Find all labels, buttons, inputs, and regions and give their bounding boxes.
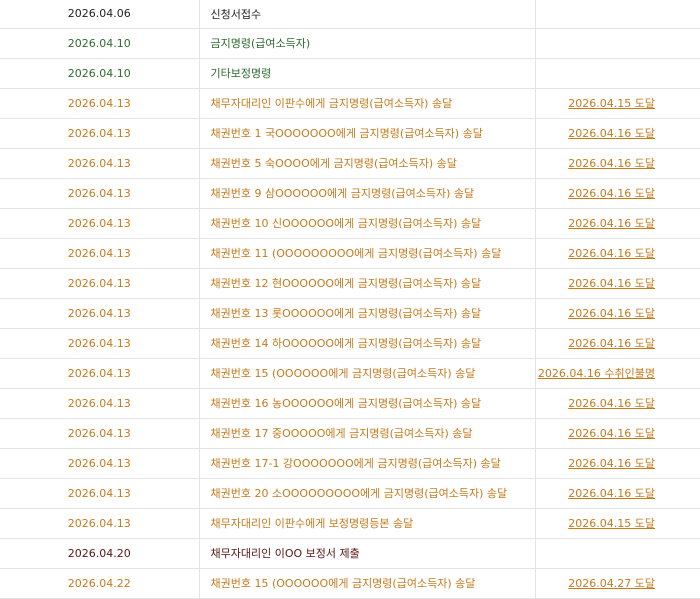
row-description: 채무자대리인 이OO 보정서 제출: [199, 538, 536, 569]
row-date: 2026.04.10: [0, 28, 200, 59]
table-row: 2026.04.13 채권번호 14 하OOOOOO에게 금지명령(급여소득자) …: [0, 328, 700, 359]
delivery-result-link[interactable]: 2026.04.16 도달: [568, 187, 655, 200]
table-row: 2026.04.13 채권번호 10 신OOOOOO에게 금지명령(급여소득자) …: [0, 208, 700, 239]
row-description: 채권번호 12 현OOOOOO에게 금지명령(급여소득자) 송달: [199, 268, 536, 299]
row-result-cell: 2026.04.16 도달: [535, 148, 700, 179]
row-result-cell: 2026.04.16 도달: [535, 388, 700, 419]
row-result-cell: [535, 0, 700, 29]
delivery-result-link[interactable]: 2026.04.27 도달: [568, 577, 655, 590]
table-row: 2026.04.22 채권번호 15 (OOOOOO에게 금지명령(급여소득자) …: [0, 568, 700, 599]
case-progress-body: 2026.04.06 신청서접수 2026.04.10 금지명령(급여소득자) 2026…: [0, 0, 700, 599]
row-date: 2026.04.13: [0, 388, 200, 419]
delivery-result-link[interactable]: 2026.04.16 도달: [568, 337, 655, 350]
row-description: 기타보정명령: [199, 58, 536, 89]
row-result-cell: 2026.04.16 도달: [535, 118, 700, 149]
delivery-result-link[interactable]: 2026.04.16 도달: [568, 247, 655, 260]
row-date: 2026.04.13: [0, 268, 200, 299]
table-row: 2026.04.10 금지명령(급여소득자): [0, 28, 700, 59]
delivery-result-link[interactable]: 2026.04.15 도달: [568, 517, 655, 530]
row-date: 2026.04.13: [0, 178, 200, 209]
row-description: 채권번호 15 (OOOOOO에게 금지명령(급여소득자) 송달: [199, 358, 536, 389]
table-row: 2026.04.13 채권번호 12 현OOOOOO에게 금지명령(급여소득자) …: [0, 268, 700, 299]
table-row: 2026.04.13 채권번호 1 국OOOOOOO에게 금지명령(급여소득자) …: [0, 118, 700, 149]
row-description: 채권번호 11 (OOOOOOOOO에게 금지명령(급여소득자) 송달: [199, 238, 536, 269]
row-description: 채권번호 20 소OOOOOOOOO에게 금지명령(급여소득자) 송달: [199, 478, 536, 509]
row-result-cell: 2026.04.16 도달: [535, 478, 700, 509]
row-result-cell: 2026.04.16 도달: [535, 298, 700, 329]
row-date: 2026.04.13: [0, 88, 200, 119]
row-date: 2026.04.13: [0, 418, 200, 449]
row-date: 2026.04.13: [0, 208, 200, 239]
row-date: 2026.04.13: [0, 238, 200, 269]
row-result-cell: 2026.04.16 도달: [535, 268, 700, 299]
row-description: 채권번호 5 숙OOOO에게 금지명령(급여소득자) 송달: [199, 148, 536, 179]
row-description: 채권번호 9 삼OOOOOO에게 금지명령(급여소득자) 송달: [199, 178, 536, 209]
table-row: 2026.04.06 신청서접수: [0, 0, 700, 29]
table-row: 2026.04.13 채무자대리인 이판수에게 금지명령(급여소득자) 송달 202…: [0, 88, 700, 119]
delivery-result-link[interactable]: 2026.04.16 도달: [568, 427, 655, 440]
row-description: 채권번호 16 농OOOOOO에게 금지명령(급여소득자) 송달: [199, 388, 536, 419]
row-description: 채권번호 13 롯OOOOOO에게 금지명령(급여소득자) 송달: [199, 298, 536, 329]
table-row: 2026.04.13 채권번호 5 숙OOOO에게 금지명령(급여소득자) 송달 2…: [0, 148, 700, 179]
row-description: 채권번호 10 신OOOOOO에게 금지명령(급여소득자) 송달: [199, 208, 536, 239]
row-result-cell: [535, 28, 700, 59]
row-description: 채권번호 17-1 강OOOOOOO에게 금지명령(급여소득자) 송달: [199, 448, 536, 479]
row-result-cell: 2026.04.27 도달: [535, 568, 700, 599]
row-result-cell: 2026.04.16 도달: [535, 178, 700, 209]
row-result-cell: 2026.04.15 도달: [535, 508, 700, 539]
row-result-cell: 2026.04.16 도달: [535, 208, 700, 239]
delivery-result-link[interactable]: 2026.04.16 도달: [568, 457, 655, 470]
row-date: 2026.04.13: [0, 478, 200, 509]
delivery-result-link[interactable]: 2026.04.16 도달: [568, 487, 655, 500]
row-result-cell: 2026.04.16 도달: [535, 418, 700, 449]
table-row: 2026.04.13 채권번호 20 소OOOOOOOOO에게 금지명령(급여소득…: [0, 478, 700, 509]
row-description: 채권번호 17 중OOOOO에게 금지명령(급여소득자) 송달: [199, 418, 536, 449]
row-result-cell: 2026.04.16 도달: [535, 448, 700, 479]
delivery-result-link[interactable]: 2026.04.16 도달: [568, 307, 655, 320]
row-description: 채무자대리인 이판수에게 금지명령(급여소득자) 송달: [199, 88, 536, 119]
row-date: 2026.04.13: [0, 448, 200, 479]
row-description: 채권번호 1 국OOOOOOO에게 금지명령(급여소득자) 송달: [199, 118, 536, 149]
delivery-result-link[interactable]: 2026.04.16 도달: [568, 127, 655, 140]
delivery-result-link[interactable]: 2026.04.16 수취인불명: [538, 367, 655, 380]
row-description: 신청서접수: [199, 0, 536, 29]
row-result-cell: [535, 538, 700, 569]
row-date: 2026.04.13: [0, 148, 200, 179]
delivery-result-link[interactable]: 2026.04.15 도달: [568, 97, 655, 110]
row-date: 2026.04.10: [0, 58, 200, 89]
case-progress-table: 2026.04.06 신청서접수 2026.04.10 금지명령(급여소득자) 2026…: [0, 0, 700, 599]
table-row: 2026.04.13 채권번호 15 (OOOOOO에게 금지명령(급여소득자) …: [0, 358, 700, 389]
row-description: 채권번호 15 (OOOOOO에게 금지명령(급여소득자) 송달: [199, 568, 536, 599]
row-date: 2026.04.13: [0, 358, 200, 389]
table-row: 2026.04.13 채권번호 17-1 강OOOOOOO에게 금지명령(급여소득…: [0, 448, 700, 479]
row-date: 2026.04.22: [0, 568, 200, 599]
table-row: 2026.04.20 채무자대리인 이OO 보정서 제출: [0, 538, 700, 569]
table-row: 2026.04.13 채권번호 16 농OOOOOO에게 금지명령(급여소득자) …: [0, 388, 700, 419]
row-description: 금지명령(급여소득자): [199, 28, 536, 59]
table-row: 2026.04.13 채권번호 9 삼OOOOOO에게 금지명령(급여소득자) 송…: [0, 178, 700, 209]
delivery-result-link[interactable]: 2026.04.16 도달: [568, 217, 655, 230]
table-row: 2026.04.13 채권번호 13 롯OOOOOO에게 금지명령(급여소득자) …: [0, 298, 700, 329]
row-date: 2026.04.13: [0, 298, 200, 329]
row-date: 2026.04.13: [0, 118, 200, 149]
row-result-cell: 2026.04.15 도달: [535, 88, 700, 119]
row-description: 채권번호 14 하OOOOOO에게 금지명령(급여소득자) 송달: [199, 328, 536, 359]
table-row: 2026.04.13 채권번호 17 중OOOOO에게 금지명령(급여소득자) 송…: [0, 418, 700, 449]
table-row: 2026.04.13 채무자대리인 이판수에게 보정명령등본 송달 2026.04.…: [0, 508, 700, 539]
row-date: 2026.04.06: [0, 0, 200, 29]
delivery-result-link[interactable]: 2026.04.16 도달: [568, 397, 655, 410]
table-row: 2026.04.10 기타보정명령: [0, 58, 700, 89]
row-result-cell: 2026.04.16 도달: [535, 238, 700, 269]
row-result-cell: 2026.04.16 수취인불명: [535, 358, 700, 389]
row-result-cell: [535, 58, 700, 89]
row-description: 채무자대리인 이판수에게 보정명령등본 송달: [199, 508, 536, 539]
row-result-cell: 2026.04.16 도달: [535, 328, 700, 359]
row-date: 2026.04.13: [0, 508, 200, 539]
delivery-result-link[interactable]: 2026.04.16 도달: [568, 157, 655, 170]
row-date: 2026.04.20: [0, 538, 200, 569]
delivery-result-link[interactable]: 2026.04.16 도달: [568, 277, 655, 290]
table-row: 2026.04.13 채권번호 11 (OOOOOOOOO에게 금지명령(급여소득…: [0, 238, 700, 269]
row-date: 2026.04.13: [0, 328, 200, 359]
